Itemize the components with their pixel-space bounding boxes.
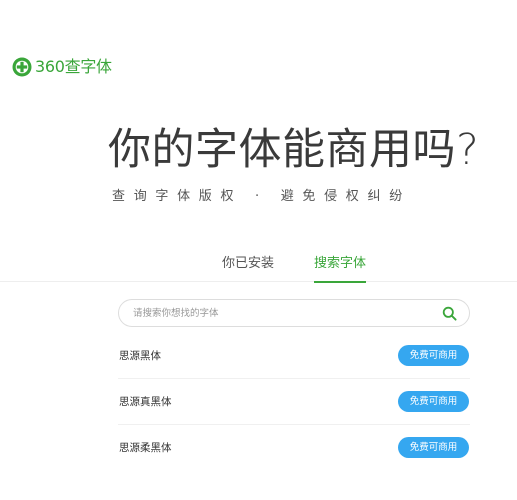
font-name: 思源柔黑体 — [119, 442, 172, 454]
font-name: 思源黑体 — [119, 350, 161, 362]
page-title: 你的字体能商用吗? — [108, 125, 480, 175]
tab-installed[interactable]: 你已安装 — [222, 252, 274, 282]
font-result-row: 思源黑体 免费可商用 — [118, 333, 470, 379]
license-status-button[interactable]: 免费可商用 — [398, 391, 469, 412]
license-status-button[interactable]: 免费可商用 — [398, 345, 469, 366]
font-result-list: 思源黑体 免费可商用 思源真黑体 免费可商用 思源柔黑体 免费可商用 — [118, 333, 470, 471]
brand-logo[interactable]: 360查字体 — [12, 56, 112, 78]
logo-text: 360查字体 — [35, 57, 112, 76]
font-name: 思源真黑体 — [119, 396, 172, 408]
license-status-button[interactable]: 免费可商用 — [398, 437, 469, 458]
font-result-row: 思源真黑体 免费可商用 — [118, 379, 470, 425]
tab-search-fonts[interactable]: 搜索字体 — [314, 252, 367, 283]
tab-bar: 你已安装 搜索字体 — [0, 252, 517, 283]
search-icon[interactable] — [442, 306, 457, 321]
search-input[interactable] — [133, 300, 433, 326]
search-box — [118, 299, 470, 327]
logo-icon — [12, 57, 32, 77]
page-subtitle: 查询字体版权 · 避免侵权纠纷 — [112, 189, 411, 204]
font-result-row: 思源柔黑体 免费可商用 — [118, 425, 470, 471]
